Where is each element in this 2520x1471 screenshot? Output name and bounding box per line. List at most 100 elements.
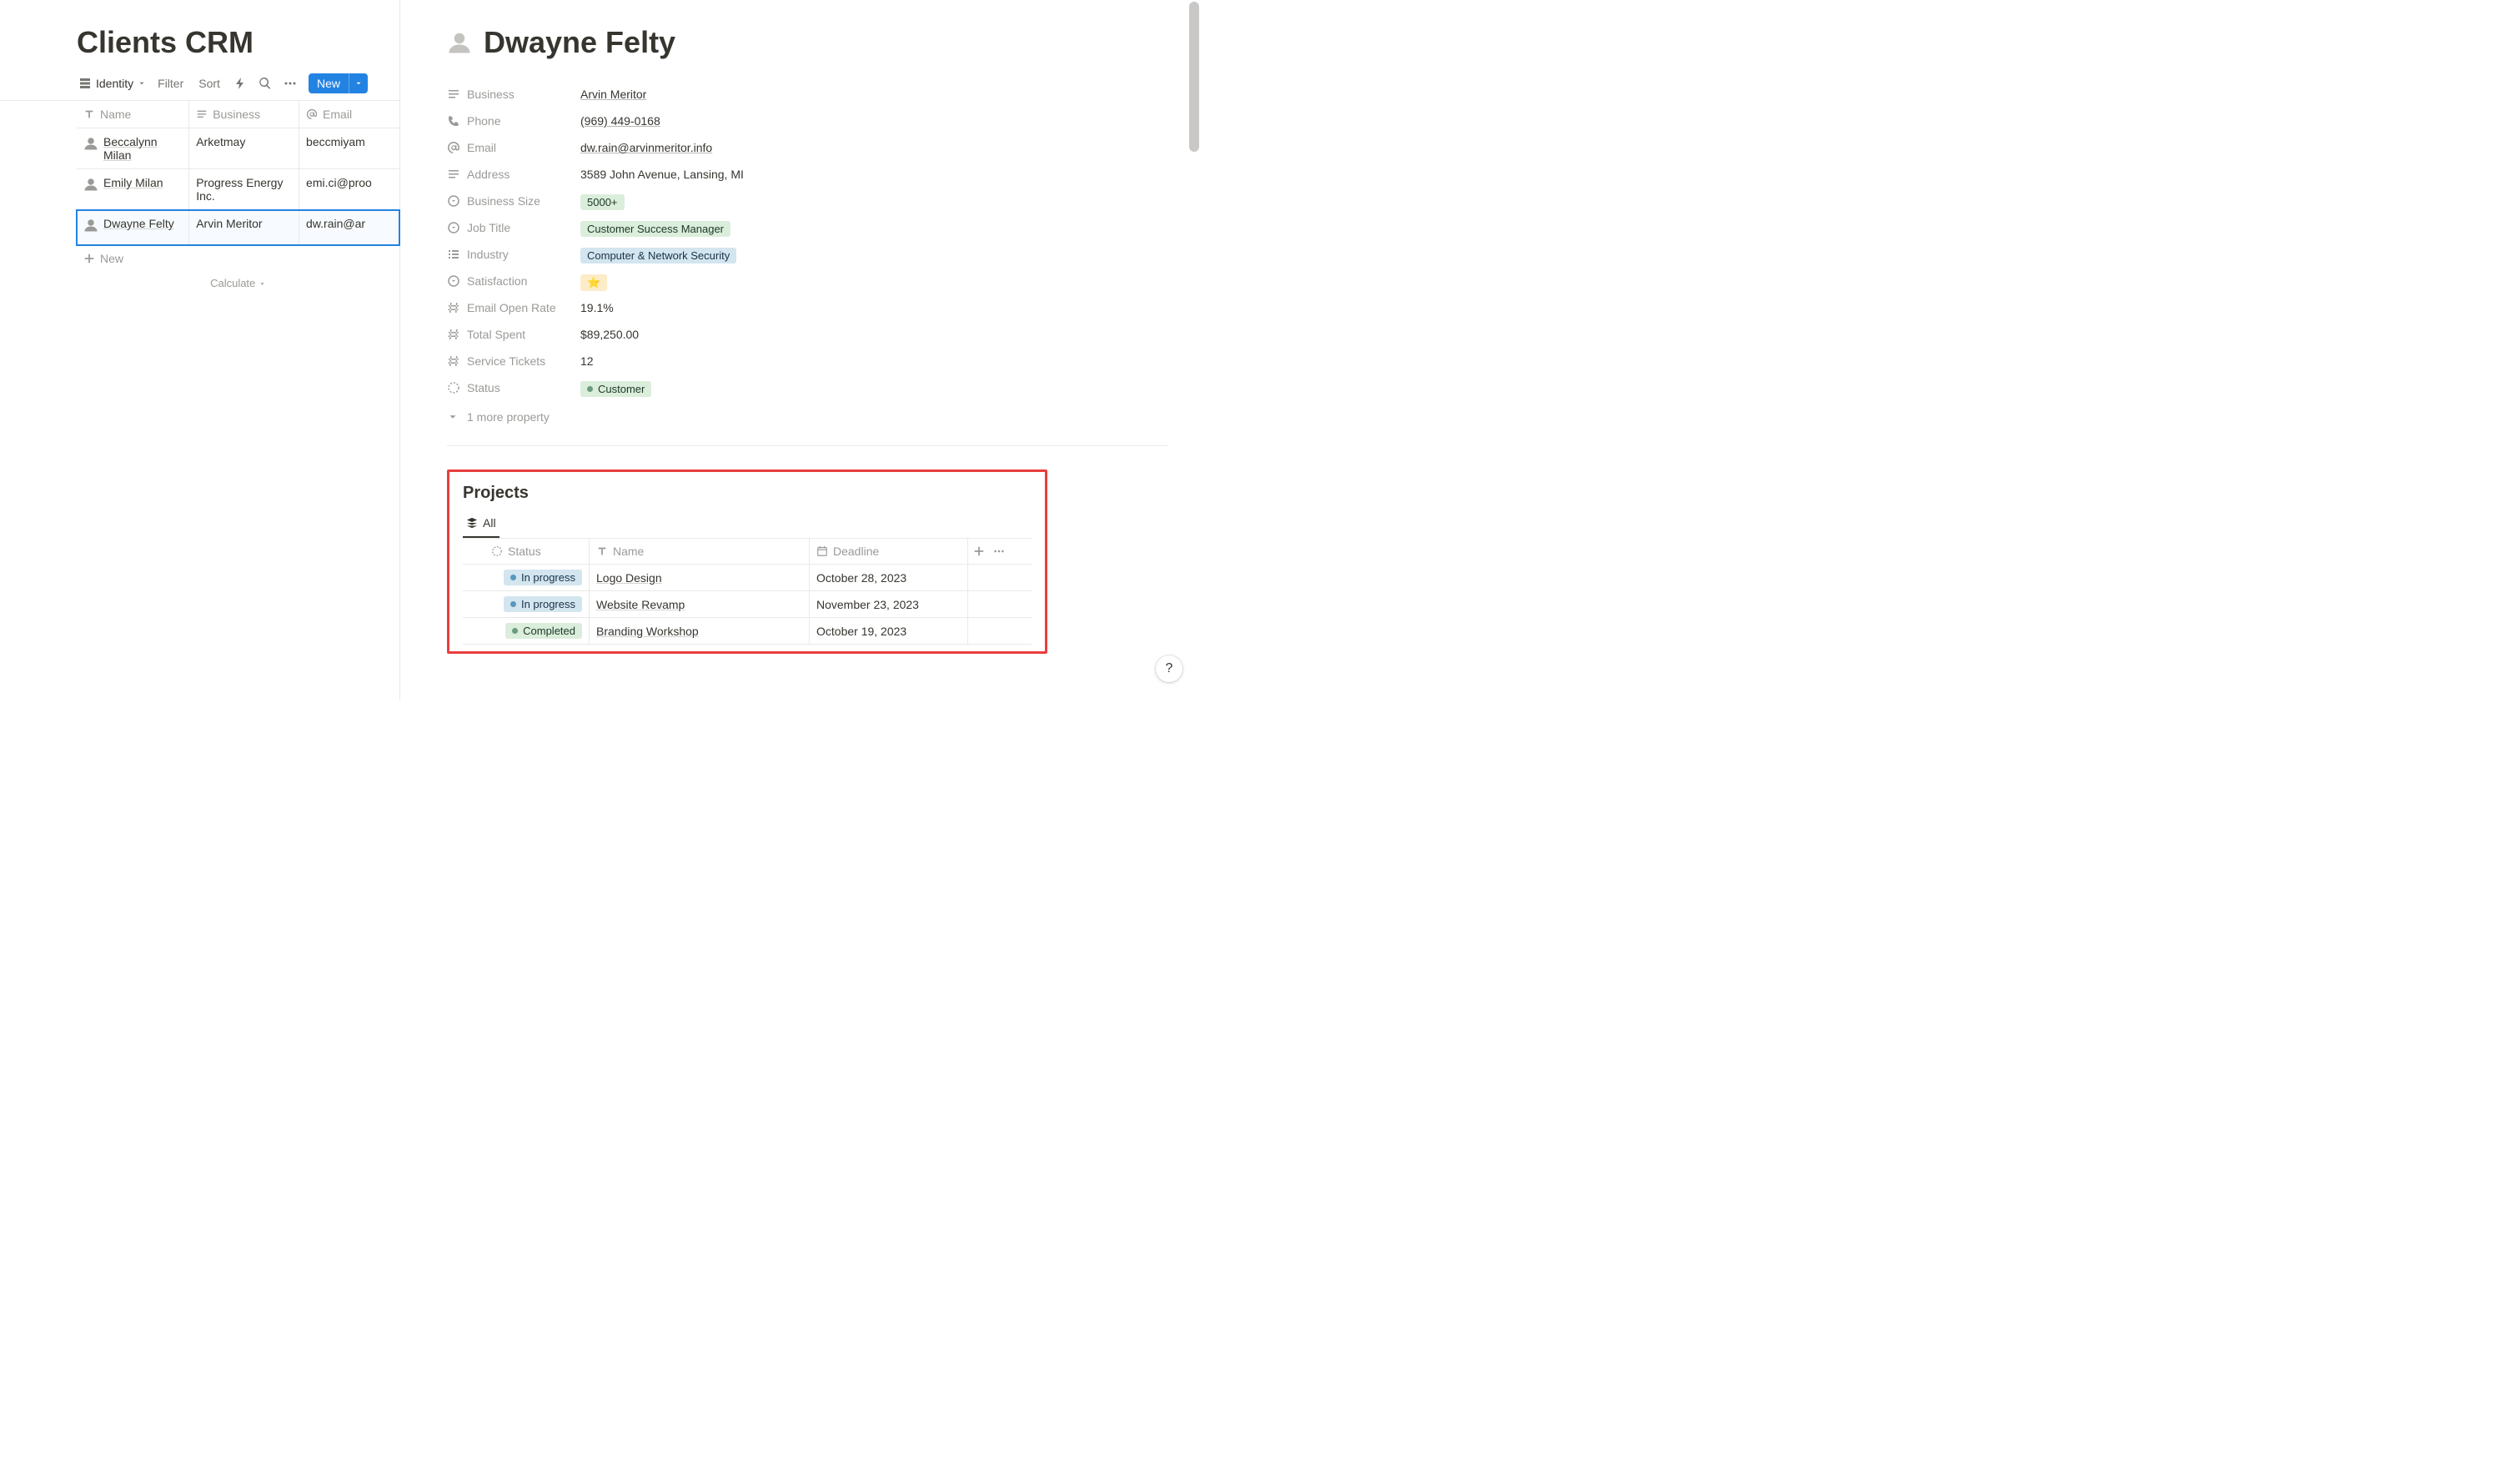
status-dot-icon — [510, 575, 516, 580]
cell-name[interactable]: Dwayne Felty — [77, 210, 189, 244]
prop-label-business[interactable]: Business — [447, 88, 580, 101]
plus-icon[interactable] — [973, 545, 985, 557]
dots-icon[interactable] — [993, 545, 1005, 557]
proj-col-deadline[interactable]: Deadline — [810, 539, 968, 564]
prop-label-phone[interactable]: Phone — [447, 114, 580, 128]
cell-email[interactable]: beccmiyam — [299, 128, 399, 168]
prop-label-biz-size[interactable]: Business Size — [447, 194, 580, 208]
table-icon — [78, 77, 92, 90]
proj-cell-name[interactable]: Branding Workshop — [590, 618, 810, 644]
divider — [447, 445, 1167, 446]
projects-section: Projects All Status Name — [447, 469, 1047, 654]
projects-tab-all-label: All — [483, 516, 496, 530]
lines-icon — [196, 108, 208, 120]
proj-cell-deadline[interactable]: October 28, 2023 — [810, 565, 968, 590]
number-icon — [447, 301, 460, 314]
projects-tab-all[interactable]: All — [463, 511, 499, 538]
status-dot-icon — [587, 386, 593, 392]
cell-business[interactable]: Progress Energy Inc. — [189, 169, 299, 209]
view-label: Identity — [96, 77, 133, 90]
cell-email[interactable]: dw.rain@ar — [299, 210, 399, 244]
prop-label-tickets[interactable]: Service Tickets — [447, 354, 580, 368]
cell-business[interactable]: Arketmay — [189, 128, 299, 168]
proj-cell-status[interactable]: In progress — [463, 591, 590, 617]
prop-label-industry[interactable]: Industry — [447, 248, 580, 261]
new-row-label: New — [100, 252, 123, 265]
calculate-button[interactable]: Calculate — [77, 272, 399, 294]
more-property-button[interactable]: 1 more property — [447, 404, 1167, 430]
project-row[interactable]: In progressLogo DesignOctober 28, 2023 — [463, 565, 1032, 591]
table-row[interactable]: Beccalynn Milan Arketmaybeccmiyam — [77, 128, 399, 169]
select-icon — [447, 221, 460, 234]
prop-value-email[interactable]: dw.rain@arvinmeritor.info — [580, 141, 1167, 154]
cell-name[interactable]: Emily Milan — [77, 169, 189, 209]
proj-col-status[interactable]: Status — [463, 539, 590, 564]
search-button[interactable] — [255, 73, 275, 93]
proj-cell-deadline[interactable]: November 23, 2023 — [810, 591, 968, 617]
cell-name-text: Emily Milan — [103, 176, 163, 189]
prop-label-job-title[interactable]: Job Title — [447, 221, 580, 234]
detail-title[interactable]: Dwayne Felty — [484, 25, 675, 60]
dots-icon — [284, 77, 297, 90]
table-row[interactable]: Dwayne Felty Arvin Meritordw.rain@ar — [77, 210, 399, 245]
cell-business[interactable]: Arvin Meritor — [189, 210, 299, 244]
prop-label-email[interactable]: Email — [447, 141, 580, 154]
new-button-chevron[interactable] — [349, 73, 368, 93]
prop-label-satisfaction[interactable]: Satisfaction — [447, 274, 580, 288]
calculate-label: Calculate — [210, 277, 255, 289]
proj-cell-status[interactable]: Completed — [463, 618, 590, 644]
status-icon — [491, 545, 503, 557]
prop-value-biz-size[interactable]: 5000+ — [580, 194, 1167, 210]
col-header-email[interactable]: Email — [299, 101, 399, 128]
scrollbar[interactable] — [1189, 2, 1199, 152]
more-property-label: 1 more property — [467, 410, 550, 424]
prop-label-address[interactable]: Address — [447, 168, 580, 181]
text-icon — [596, 545, 608, 557]
proj-cell-name[interactable]: Website Revamp — [590, 591, 810, 617]
filter-button[interactable]: Filter — [153, 73, 188, 93]
proj-cell-name[interactable]: Logo Design — [590, 565, 810, 590]
proj-col-name[interactable]: Name — [590, 539, 810, 564]
project-row[interactable]: CompletedBranding WorkshopOctober 19, 20… — [463, 618, 1032, 645]
prop-value-open-rate[interactable]: 19.1% — [580, 301, 1167, 314]
col-header-name-label: Name — [100, 108, 131, 121]
phone-icon — [447, 114, 460, 128]
more-button[interactable] — [280, 73, 300, 93]
automations-button[interactable] — [230, 73, 250, 93]
table-row[interactable]: Emily Milan Progress Energy Inc.emi.ci@pr… — [77, 169, 399, 210]
proj-cell-blank — [968, 618, 1032, 644]
col-header-business[interactable]: Business — [189, 101, 299, 128]
cell-name-text: Dwayne Felty — [103, 217, 174, 230]
new-button[interactable]: New — [309, 73, 368, 93]
prop-value-business[interactable]: Arvin Meritor — [580, 88, 1167, 101]
prop-value-phone[interactable]: (969) 449-0168 — [580, 114, 1167, 128]
project-row[interactable]: In progressWebsite RevampNovember 23, 20… — [463, 591, 1032, 618]
prop-label-status[interactable]: Status — [447, 381, 580, 394]
chevron-down-icon — [138, 79, 146, 88]
cell-email[interactable]: emi.ci@proo — [299, 169, 399, 209]
calendar-icon — [816, 545, 828, 557]
person-icon — [83, 136, 98, 151]
prop-value-satisfaction[interactable]: ⭐ — [580, 274, 1167, 291]
prop-value-status[interactable]: Customer — [580, 381, 1167, 397]
person-icon — [83, 218, 98, 233]
search-icon — [259, 77, 272, 90]
projects-title[interactable]: Projects — [463, 484, 1032, 503]
prop-value-job-title[interactable]: Customer Success Manager — [580, 221, 1167, 237]
prop-value-address[interactable]: 3589 John Avenue, Lansing, MI — [580, 168, 1167, 181]
sort-button[interactable]: Sort — [193, 73, 225, 93]
cell-name-text: Beccalynn Milan — [103, 135, 182, 162]
prop-label-total-spent[interactable]: Total Spent — [447, 328, 580, 341]
prop-value-total-spent[interactable]: $89,250.00 — [580, 328, 1167, 341]
cell-name[interactable]: Beccalynn Milan — [77, 128, 189, 168]
prop-value-industry[interactable]: Computer & Network Security — [580, 248, 1167, 264]
at-icon — [447, 141, 460, 154]
col-header-name[interactable]: Name — [77, 101, 189, 128]
prop-value-tickets[interactable]: 12 — [580, 354, 1167, 368]
proj-cell-deadline[interactable]: October 19, 2023 — [810, 618, 968, 644]
new-row-button[interactable]: New — [77, 245, 399, 272]
help-button[interactable]: ? — [1156, 655, 1182, 682]
view-identity-tab[interactable]: Identity — [77, 73, 148, 93]
prop-label-open-rate[interactable]: Email Open Rate — [447, 301, 580, 314]
proj-cell-status[interactable]: In progress — [463, 565, 590, 590]
